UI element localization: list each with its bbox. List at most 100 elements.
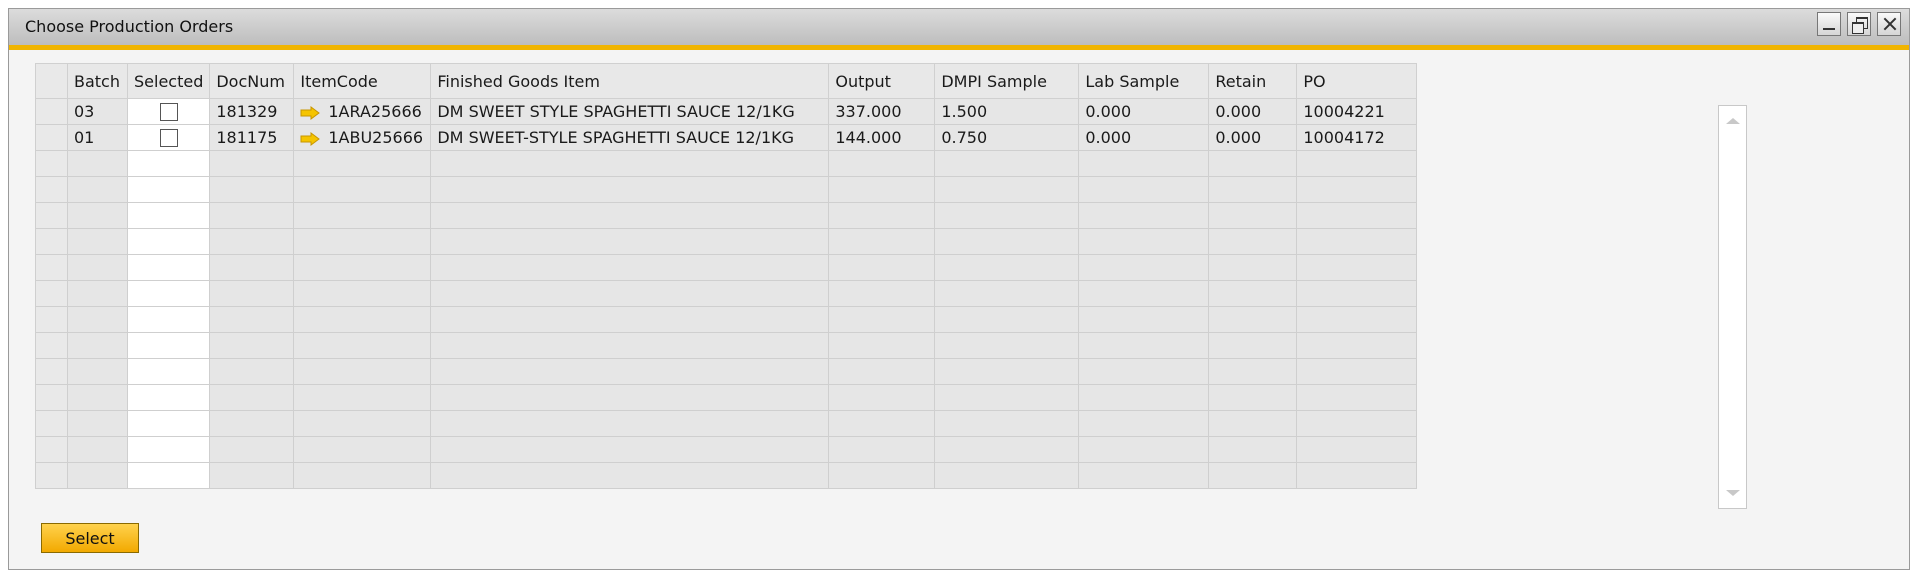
batch-cell[interactable] bbox=[67, 176, 128, 203]
selected-cell[interactable] bbox=[126, 436, 211, 463]
selected-checkbox[interactable] bbox=[159, 103, 178, 122]
lab-sample-cell[interactable] bbox=[1078, 150, 1210, 177]
output-cell[interactable] bbox=[828, 410, 936, 437]
po-cell[interactable] bbox=[1296, 150, 1418, 177]
row-header-cell[interactable] bbox=[35, 124, 68, 151]
lab-sample-cell[interactable]: 0.000 bbox=[1078, 124, 1210, 151]
batch-cell[interactable] bbox=[67, 436, 128, 463]
itemcode-cell[interactable]: 1ARA25666 bbox=[293, 98, 432, 125]
dmpi-sample-cell[interactable] bbox=[934, 280, 1080, 307]
row-header-cell[interactable] bbox=[35, 254, 68, 281]
row-header-cell[interactable] bbox=[35, 384, 68, 411]
po-cell[interactable] bbox=[1296, 280, 1418, 307]
finished-goods-item-cell[interactable] bbox=[430, 202, 830, 229]
docnum-cell[interactable] bbox=[209, 410, 295, 437]
selected-cell[interactable] bbox=[126, 410, 211, 437]
empty-table-row[interactable] bbox=[35, 254, 1418, 281]
empty-table-row[interactable] bbox=[35, 176, 1418, 203]
row-header-cell[interactable] bbox=[35, 436, 68, 463]
docnum-cell[interactable] bbox=[209, 280, 295, 307]
batch-cell[interactable] bbox=[67, 384, 128, 411]
empty-table-row[interactable] bbox=[35, 462, 1418, 489]
lab-sample-cell[interactable] bbox=[1078, 202, 1210, 229]
itemcode-cell[interactable] bbox=[293, 332, 432, 359]
lab-sample-cell[interactable] bbox=[1078, 332, 1210, 359]
selected-cell[interactable] bbox=[126, 254, 211, 281]
retain-cell[interactable] bbox=[1208, 176, 1298, 203]
batch-cell[interactable]: 01 bbox=[67, 124, 128, 151]
dmpi-sample-cell[interactable] bbox=[934, 228, 1080, 255]
dmpi-sample-cell[interactable] bbox=[934, 306, 1080, 333]
itemcode-cell[interactable] bbox=[293, 280, 432, 307]
itemcode-cell[interactable] bbox=[293, 436, 432, 463]
retain-cell[interactable]: 0.000 bbox=[1208, 98, 1298, 125]
column-header-docnum[interactable]: DocNum bbox=[209, 63, 295, 99]
itemcode-cell[interactable] bbox=[293, 254, 432, 281]
po-cell[interactable] bbox=[1296, 202, 1418, 229]
batch-cell[interactable] bbox=[67, 254, 128, 281]
finished-goods-item-cell[interactable] bbox=[430, 410, 830, 437]
itemcode-cell[interactable] bbox=[293, 462, 432, 489]
output-cell[interactable] bbox=[828, 280, 936, 307]
column-header-output[interactable]: Output bbox=[828, 63, 936, 99]
docnum-cell[interactable] bbox=[209, 462, 295, 489]
batch-cell[interactable] bbox=[67, 358, 128, 385]
po-cell[interactable] bbox=[1296, 462, 1418, 489]
retain-cell[interactable] bbox=[1208, 254, 1298, 281]
selected-cell[interactable] bbox=[126, 98, 211, 125]
row-header-cell[interactable] bbox=[35, 410, 68, 437]
po-cell[interactable]: 10004172 bbox=[1296, 124, 1418, 151]
dmpi-sample-cell[interactable] bbox=[934, 436, 1080, 463]
output-cell[interactable] bbox=[828, 384, 936, 411]
batch-cell[interactable] bbox=[67, 202, 128, 229]
dmpi-sample-cell[interactable] bbox=[934, 410, 1080, 437]
output-cell[interactable] bbox=[828, 254, 936, 281]
finished-goods-item-cell[interactable] bbox=[430, 306, 830, 333]
finished-goods-item-cell[interactable] bbox=[430, 280, 830, 307]
output-cell[interactable]: 144.000 bbox=[828, 124, 936, 151]
lab-sample-cell[interactable] bbox=[1078, 436, 1210, 463]
dmpi-sample-cell[interactable] bbox=[934, 150, 1080, 177]
scroll-down-arrow-icon[interactable] bbox=[1726, 490, 1740, 496]
empty-table-row[interactable] bbox=[35, 332, 1418, 359]
selected-cell[interactable] bbox=[126, 358, 211, 385]
column-header-dmpi-sample[interactable]: DMPI Sample bbox=[934, 63, 1080, 99]
docnum-cell[interactable] bbox=[209, 176, 295, 203]
finished-goods-item-cell[interactable] bbox=[430, 358, 830, 385]
lab-sample-cell[interactable] bbox=[1078, 410, 1210, 437]
po-cell[interactable] bbox=[1296, 254, 1418, 281]
row-header-cell[interactable] bbox=[35, 332, 68, 359]
retain-cell[interactable] bbox=[1208, 358, 1298, 385]
row-header-cell[interactable] bbox=[35, 202, 68, 229]
docnum-cell[interactable] bbox=[209, 306, 295, 333]
row-header-cell[interactable] bbox=[35, 358, 68, 385]
retain-cell[interactable] bbox=[1208, 228, 1298, 255]
po-cell[interactable] bbox=[1296, 228, 1418, 255]
finished-goods-item-cell[interactable] bbox=[430, 462, 830, 489]
row-header-cell[interactable] bbox=[35, 98, 68, 125]
empty-table-row[interactable] bbox=[35, 280, 1418, 307]
finished-goods-item-cell[interactable] bbox=[430, 254, 830, 281]
itemcode-cell[interactable]: 1ABU25666 bbox=[293, 124, 432, 151]
selected-cell[interactable] bbox=[126, 228, 211, 255]
selected-cell[interactable] bbox=[126, 124, 211, 151]
column-header-po[interactable]: PO bbox=[1296, 63, 1418, 99]
row-header-cell[interactable] bbox=[35, 306, 68, 333]
itemcode-cell[interactable] bbox=[293, 150, 432, 177]
itemcode-cell[interactable] bbox=[293, 410, 432, 437]
selected-cell[interactable] bbox=[126, 462, 211, 489]
finished-goods-item-cell[interactable] bbox=[430, 436, 830, 463]
docnum-cell[interactable] bbox=[209, 436, 295, 463]
retain-cell[interactable] bbox=[1208, 306, 1298, 333]
docnum-cell[interactable] bbox=[209, 150, 295, 177]
finished-goods-item-cell[interactable]: DM SWEET-STYLE SPAGHETTI SAUCE 12/1KG bbox=[430, 124, 830, 151]
empty-table-row[interactable] bbox=[35, 358, 1418, 385]
selected-cell[interactable] bbox=[126, 384, 211, 411]
docnum-cell[interactable]: 181329 bbox=[209, 98, 295, 125]
dmpi-sample-cell[interactable] bbox=[934, 202, 1080, 229]
dmpi-sample-cell[interactable] bbox=[934, 332, 1080, 359]
row-header-cell[interactable] bbox=[35, 280, 68, 307]
dmpi-sample-cell[interactable] bbox=[934, 358, 1080, 385]
finished-goods-item-cell[interactable] bbox=[430, 228, 830, 255]
dmpi-sample-cell[interactable]: 0.750 bbox=[934, 124, 1080, 151]
